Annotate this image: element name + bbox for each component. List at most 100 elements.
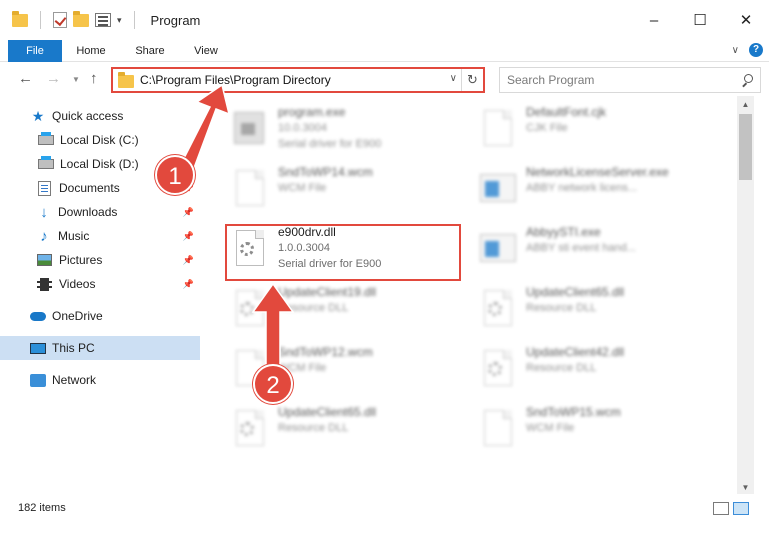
pin-icon[interactable]: 📌 [183, 207, 194, 218]
exe-icon [478, 168, 518, 214]
scrollbar-thumb[interactable] [739, 114, 752, 180]
vertical-scrollbar[interactable]: ▲ ▼ [737, 96, 754, 494]
sidebar-item-label: OneDrive [52, 309, 103, 323]
dll-icon [230, 408, 270, 454]
file-tile[interactable]: SndToWP14.wcm WCM File [226, 164, 466, 220]
file-type: ABBY network licens... [526, 182, 638, 194]
expand-ribbon-icon[interactable]: ∨ [732, 45, 739, 56]
documents-icon [38, 180, 51, 196]
music-icon: ♪ [40, 227, 48, 245]
file-tile[interactable]: UpdateClient65.dll Resource DLL [474, 284, 714, 340]
dll-icon [478, 288, 518, 334]
file-tile[interactable]: NetworkLicenseServer.exe ABBY network li… [474, 164, 714, 220]
pictures-icon [37, 254, 52, 266]
dll-icon [478, 348, 518, 394]
scroll-up-icon[interactable]: ▲ [737, 100, 754, 109]
details-view-icon[interactable] [713, 502, 729, 515]
sidebar-item-onedrive[interactable]: OneDrive [0, 304, 200, 328]
sidebar-item-label: Music [58, 229, 90, 243]
tab-file[interactable]: File [8, 40, 62, 62]
tab-home[interactable]: Home [70, 40, 112, 62]
pin-icon[interactable]: 📌 [183, 279, 194, 290]
step-2-badge: 2 [253, 364, 293, 404]
disk-icon [38, 156, 54, 169]
file-name: NetworkLicenseServer.exe [526, 165, 669, 179]
file-type: Resource DLL [278, 422, 349, 434]
sidebar-item-this-pc[interactable]: This PC [0, 336, 200, 360]
file-description: Serial driver for E900 [278, 138, 382, 150]
pin-icon[interactable]: 📌 [183, 255, 194, 266]
properties-check-icon[interactable] [53, 12, 67, 28]
recent-locations-icon[interactable]: ▼ [72, 75, 80, 84]
sidebar-item-pictures[interactable]: Pictures 📌 [0, 248, 200, 272]
file-type: ABBY sti event hand... [526, 242, 636, 254]
file-tile[interactable]: SndToWP15.wcm WCM File [474, 404, 714, 460]
tab-view[interactable]: View [188, 40, 224, 62]
tab-share[interactable]: Share [130, 40, 170, 62]
file-name: AbbyySTI.exe [526, 225, 601, 239]
file-tile[interactable]: AbbyySTI.exe ABBY sti event hand... [474, 224, 714, 280]
file-type: WCM File [278, 182, 327, 194]
file-type: WCM File [278, 362, 327, 374]
search-icon [741, 74, 753, 86]
customize-icon[interactable] [95, 13, 111, 27]
sidebar-item-label: This PC [52, 341, 95, 355]
back-arrow-icon[interactable]: ← [18, 70, 33, 87]
sidebar-item-quick-access[interactable]: ★ Quick access [0, 104, 200, 128]
onedrive-icon [30, 311, 46, 321]
sidebar-item-label: Local Disk (C:) [60, 133, 139, 147]
close-button[interactable]: ✕ [723, 0, 769, 40]
file-tile[interactable]: UpdateClient19.dll Resource DLL [226, 284, 466, 340]
sidebar-item-label: Documents [59, 181, 120, 195]
file-name: SndToWP12.wcm [278, 345, 373, 359]
tiles-view-icon[interactable] [733, 502, 749, 515]
scroll-down-icon[interactable]: ▼ [737, 483, 754, 492]
search-input[interactable]: Search Program [499, 67, 761, 93]
sidebar-item-downloads[interactable]: ↓ Downloads 📌 [0, 200, 200, 224]
up-arrow-icon[interactable]: ↑ [90, 70, 98, 87]
file-name: DefaultFont.cjk [526, 105, 607, 119]
forward-arrow-icon[interactable]: → [46, 70, 61, 87]
help-icon[interactable]: ? [749, 43, 763, 57]
item-count: 182 items [18, 502, 66, 514]
exe-icon [478, 228, 518, 274]
divider [133, 11, 135, 29]
maximize-button[interactable]: ☐ [677, 0, 723, 40]
folder-icon [118, 72, 134, 88]
sidebar-item-local-disk-c[interactable]: Local Disk (C:) [0, 128, 200, 152]
status-bar: 182 items [0, 496, 769, 520]
window-title: Program [150, 12, 201, 28]
sidebar-item-label: Local Disk (D:) [60, 157, 139, 171]
sidebar-item-videos[interactable]: Videos 📌 [0, 272, 200, 296]
sidebar-item-label: Videos [59, 277, 96, 291]
sidebar-item-network[interactable]: Network [0, 368, 200, 392]
network-icon [30, 373, 46, 387]
step-1-badge: 1 [155, 155, 195, 195]
minimize-button[interactable]: – [631, 0, 677, 40]
file-name: UpdateClient42.dll [526, 345, 625, 359]
refresh-icon[interactable]: ↻ [461, 69, 483, 91]
file-tile[interactable]: program.exe 10.0.3004 Serial driver for … [226, 104, 466, 160]
download-icon: ↓ [40, 203, 48, 221]
file-tile[interactable]: DefaultFont.cjk CJK File [474, 104, 714, 160]
file-icon [478, 108, 518, 154]
new-folder-icon[interactable] [73, 10, 89, 27]
file-name: program.exe [278, 105, 346, 119]
sidebar-item-music[interactable]: ♪ Music 📌 [0, 224, 200, 248]
navigation-bar: ← → ▼ ↑ C:\Program Files\Program Directo… [0, 62, 769, 96]
search-placeholder: Search Program [507, 73, 595, 87]
title-bar: ▾ Program – ☐ ✕ [0, 0, 769, 40]
address-history-icon[interactable]: ∨ [450, 73, 457, 84]
address-path[interactable]: C:\Program Files\Program Directory [140, 73, 331, 87]
address-bar[interactable]: C:\Program Files\Program Directory ∨ ↻ [111, 67, 485, 93]
file-tile[interactable]: UpdateClient65.dll Resource DLL [226, 404, 466, 460]
file-tile[interactable]: UpdateClient42.dll Resource DLL [474, 344, 714, 400]
pin-icon[interactable]: 📌 [183, 231, 194, 242]
folder-icon[interactable] [12, 10, 28, 27]
file-icon [478, 408, 518, 454]
file-name: SndToWP14.wcm [278, 165, 373, 179]
file-type: Resource DLL [526, 302, 597, 314]
highlight-box [225, 224, 461, 281]
toolbar-dropdown-icon[interactable]: ▾ [117, 15, 122, 26]
file-name: SndToWP15.wcm [526, 405, 621, 419]
